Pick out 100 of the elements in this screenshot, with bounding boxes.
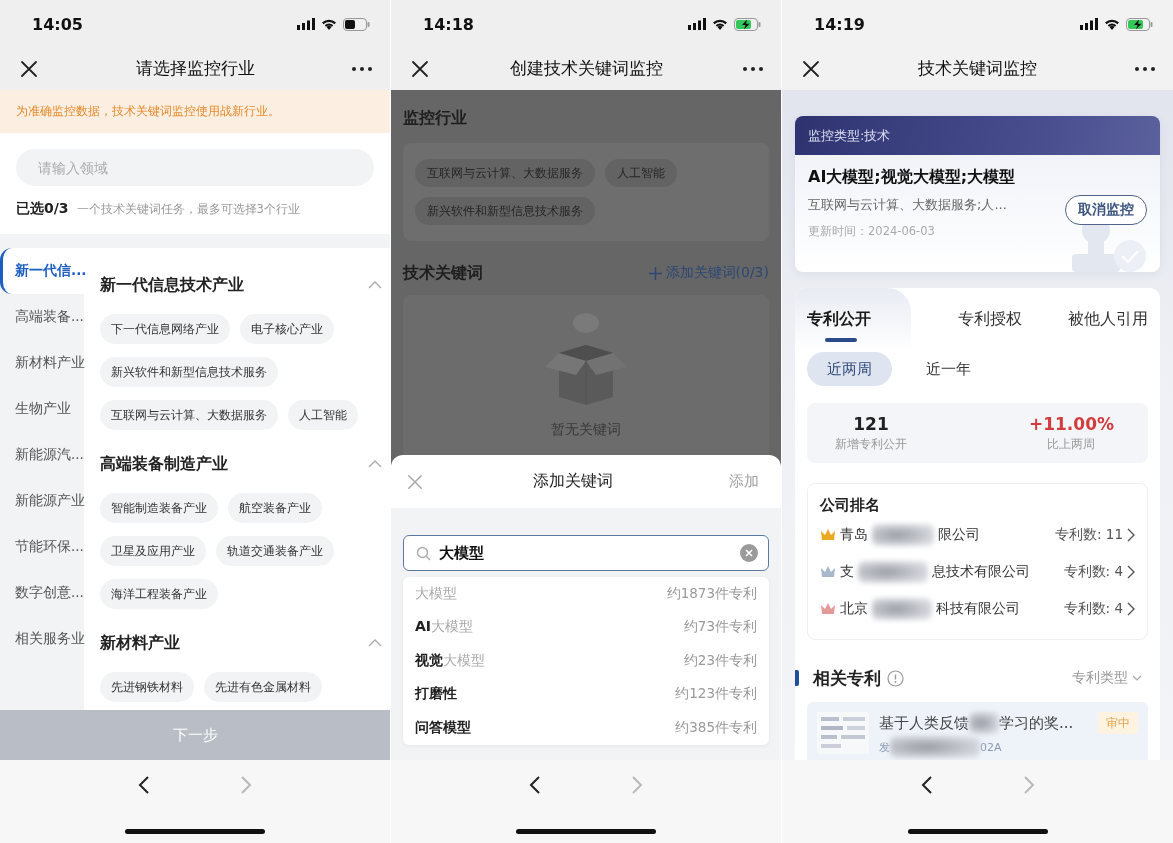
- cancel-monitor-button[interactable]: 取消监控: [1065, 195, 1147, 225]
- patent-count: 专利数: 4: [1063, 599, 1123, 618]
- close-icon[interactable]: [802, 60, 820, 78]
- update-time: 更新时间：2024-06-03: [808, 224, 936, 239]
- category-item[interactable]: 新能源产业: [0, 478, 84, 524]
- signal-icon: [688, 18, 706, 30]
- clear-icon[interactable]: [740, 544, 758, 562]
- period-tab[interactable]: 近一年: [906, 352, 991, 386]
- patent-count: 约23件专利: [683, 651, 757, 670]
- period-tab[interactable]: 近两周: [807, 352, 892, 386]
- section-title: 监控行业: [403, 107, 467, 129]
- wifi-icon: [321, 18, 337, 30]
- industry-tag[interactable]: 海洋工程装备产业: [100, 579, 218, 609]
- selected-count: 已选0/3: [16, 200, 69, 218]
- category-item[interactable]: 高端装备...: [0, 294, 84, 340]
- section-title: 新材料产业: [100, 632, 180, 654]
- category-item[interactable]: 节能环保...: [0, 524, 84, 570]
- chevron-right-icon[interactable]: [1127, 527, 1135, 542]
- industry-tag[interactable]: 轨道交通装备产业: [216, 536, 334, 566]
- patent-count: 约1873件专利: [666, 584, 757, 603]
- search-field[interactable]: 请输入领域: [16, 149, 374, 186]
- patent-count: 专利数: 11: [1054, 525, 1123, 544]
- chevron-right-icon[interactable]: [1127, 564, 1135, 579]
- stat-value: 121: [853, 413, 889, 434]
- monitor-type-header: 监控类型:技术: [795, 116, 1160, 155]
- industry-tag[interactable]: 人工智能: [288, 400, 358, 430]
- section-title: 高端装备制造产业: [100, 453, 228, 475]
- section-title: 新一代信息技术产业: [100, 274, 244, 296]
- close-icon[interactable]: [411, 60, 429, 78]
- sheet-title: 添加关键词: [533, 471, 613, 492]
- tab[interactable]: 专利授权: [957, 288, 1022, 350]
- patent-number: 发: [879, 739, 890, 755]
- category-item[interactable]: 新材料产业: [0, 340, 84, 386]
- category-item[interactable]: 新一代信...: [0, 248, 84, 294]
- category-item[interactable]: 相关服务业: [0, 616, 84, 662]
- search-field[interactable]: 大模型: [403, 535, 769, 571]
- category-item[interactable]: 新能源汽...: [0, 432, 84, 478]
- industry-tag[interactable]: 先进钢铁材料: [100, 672, 194, 702]
- selection-hint: 一个技术关键词任务，最多可选择3个行业: [76, 202, 300, 217]
- category-item[interactable]: 数字创意...: [0, 570, 84, 616]
- monitor-industries: 互联网与云计算、大数据服务;人...: [808, 196, 1008, 214]
- redaction-blur: [872, 597, 932, 620]
- signal-icon: [297, 18, 315, 30]
- monitor-keywords: AI大模型;视觉大模型;大模型: [808, 166, 1016, 188]
- category-item[interactable]: 生物产业: [0, 386, 84, 432]
- close-icon[interactable]: [20, 60, 38, 78]
- company-name: 息技术有限公司: [932, 562, 1030, 581]
- tab[interactable]: 被他人引用: [1068, 288, 1148, 350]
- page-title: 技术关键词监控: [918, 58, 1037, 80]
- patent-count: 约385件专利: [675, 718, 757, 737]
- industry-tag[interactable]: 电子核心产业: [240, 314, 334, 344]
- wifi-icon: [1104, 18, 1120, 30]
- industry-tag[interactable]: 智能制造装备产业: [100, 493, 218, 523]
- more-icon[interactable]: [743, 67, 763, 71]
- plus-icon: [648, 266, 662, 280]
- industry-tag[interactable]: 新兴软件和新型信息技术服务: [100, 357, 278, 387]
- stat-label: 新增专利公开: [835, 435, 907, 453]
- ranking-title: 公司排名: [820, 495, 881, 516]
- search-icon: [416, 545, 431, 561]
- wifi-icon: [712, 18, 728, 30]
- section-marker: [795, 670, 799, 686]
- industry-tag[interactable]: 先进有色金属材料: [204, 672, 322, 702]
- redaction-blur: [858, 560, 928, 583]
- industry-tag[interactable]: 航空装备产业: [228, 493, 322, 523]
- industry-tag[interactable]: 下一代信息网络产业: [100, 314, 230, 344]
- suggestion-keyword[interactable]: 问答模型: [415, 718, 471, 737]
- status-tag: 审中: [1098, 712, 1138, 734]
- section-title: 相关专利: [813, 666, 881, 690]
- signal-icon: [1080, 18, 1098, 30]
- stat-label: 比上两周: [1047, 435, 1096, 453]
- patent-title: 基于人类反馈: [879, 713, 969, 733]
- clock-time: 14:18: [423, 14, 474, 34]
- clock-time: 14:05: [32, 14, 83, 34]
- company-name: 青岛: [840, 525, 868, 544]
- page-title: 请选择监控行业: [135, 58, 255, 80]
- info-icon[interactable]: [887, 669, 904, 687]
- section-title: 技术关键词: [403, 262, 483, 284]
- redaction-blur: [872, 523, 934, 546]
- page-title: 创建技术关键词监控: [509, 58, 663, 80]
- suggestion-keyword[interactable]: 视觉大模型: [415, 651, 485, 670]
- chevron-right-icon[interactable]: [1127, 601, 1135, 616]
- industry-tag[interactable]: 互联网与云计算、大数据服务: [100, 400, 278, 430]
- suggestion-keyword[interactable]: AI大模型: [415, 618, 474, 637]
- notice-banner: 为准确监控数据，技术关键词监控使用战新行业。: [0, 90, 390, 133]
- redaction-blur: [969, 712, 999, 734]
- patent-count: 专利数: 4: [1063, 562, 1123, 581]
- company-name: 支: [840, 562, 854, 581]
- company-name: 限公司: [938, 525, 980, 544]
- more-icon[interactable]: [1135, 67, 1155, 71]
- patent-count: 约123件专利: [675, 685, 757, 704]
- more-icon[interactable]: [352, 67, 372, 71]
- clock-time: 14:19: [814, 14, 865, 34]
- stat-value: +11.00%: [1028, 413, 1114, 434]
- patent-title: 学习的奖...: [999, 713, 1074, 733]
- company-name: 北京: [840, 599, 868, 618]
- suggestion-keyword[interactable]: 打磨性: [415, 685, 457, 704]
- patent-number: 02A: [980, 740, 1002, 754]
- patent-card[interactable]: 基于人类反馈 学习的奖... 发 02A 审中: [807, 702, 1148, 760]
- industry-tag[interactable]: 卫星及应用产业: [100, 536, 206, 566]
- company-name: 科技有限公司: [936, 599, 1020, 618]
